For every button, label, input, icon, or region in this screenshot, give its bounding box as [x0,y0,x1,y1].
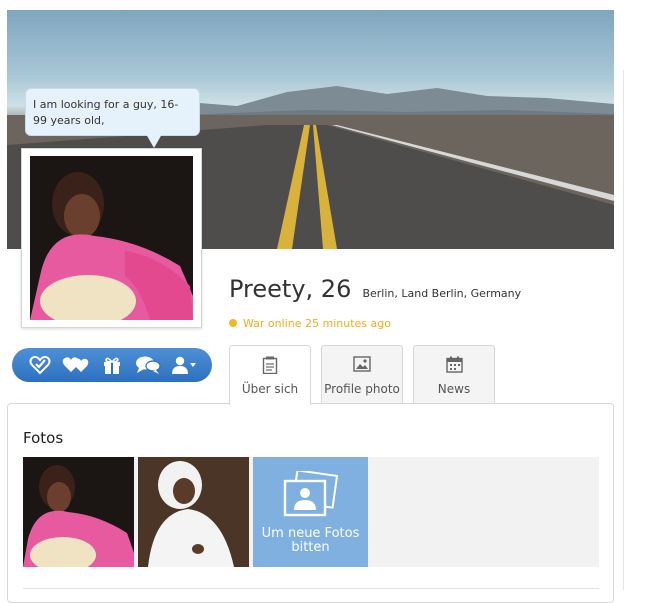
profile-header: Preety, 26 Berlin, Land Berlin, Germany [229,275,521,303]
profile-location: Berlin, Land Berlin, Germany [362,287,522,300]
fotos-heading: Fotos [23,429,64,447]
tab-label: News [437,382,471,396]
tab-label: Über sich [241,382,299,396]
image-icon [322,356,402,374]
divider [23,588,599,589]
tab-news[interactable]: News [413,345,495,403]
gift-icon[interactable] [98,353,126,377]
checkmark-heart-icon[interactable] [26,353,54,377]
status-text: War online 25 minutes ago [243,317,391,330]
bubble-tail [146,134,162,148]
looking-for-bubble: I am looking for a guy, 16-99 years old, [25,88,200,136]
content-panel: Fotos Um neue Fotos bitten [7,403,614,603]
tab-label: Profile photo [324,382,400,396]
action-bar [12,348,212,382]
status-dot-icon [229,319,237,327]
profile-avatar[interactable] [21,148,202,328]
avatar-image [30,156,193,320]
page-border [623,70,624,590]
tab-uber-sich[interactable]: Über sich [229,345,311,405]
user-dropdown-icon[interactable] [170,353,198,377]
online-status: War online 25 minutes ago [229,317,391,330]
profile-name: Preety, 26 [229,275,352,303]
photo-thumbnail[interactable] [23,457,134,567]
photo-stack-icon [283,471,339,517]
tab-profile-photo[interactable]: Profile photo [321,345,403,403]
notepad-icon [230,356,310,375]
photo-strip: Um neue Fotos bitten [23,457,599,567]
photo-thumbnail[interactable] [138,457,249,567]
calendar-icon [414,356,494,374]
request-photos-label: Um neue Fotos bitten [261,526,360,555]
chat-bubbles-icon[interactable] [134,353,162,377]
request-photos-button[interactable]: Um neue Fotos bitten [253,457,368,567]
hearts-icon[interactable] [62,353,90,377]
